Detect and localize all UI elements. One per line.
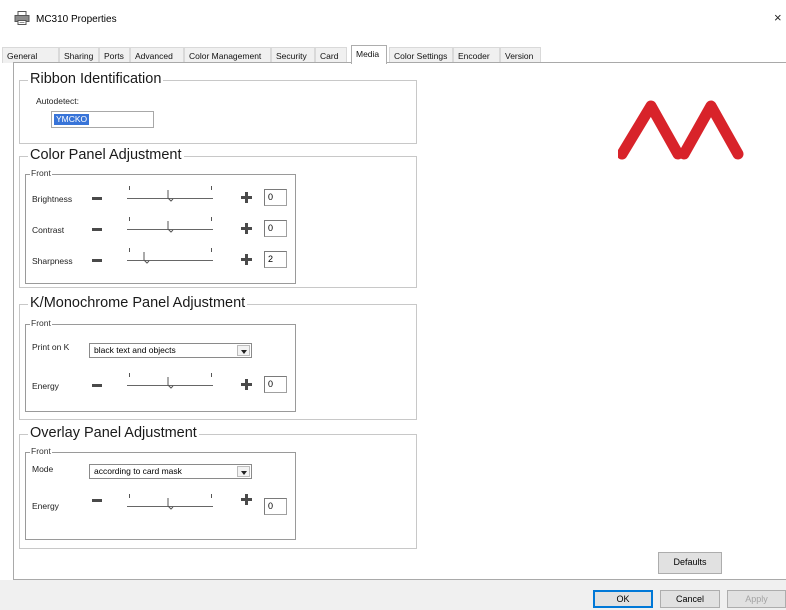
color-front-title: Front xyxy=(30,168,52,179)
tab-version[interactable]: Version xyxy=(500,47,541,63)
defaults-button[interactable]: Defaults xyxy=(658,552,722,574)
chevron-down-icon[interactable] xyxy=(237,466,250,477)
brightness-slider[interactable] xyxy=(125,184,215,204)
print-on-k-label: Print on K xyxy=(32,342,70,352)
autodetect-label: Autodetect: xyxy=(36,96,80,106)
color-panel-title: Color Panel Adjustment xyxy=(28,146,184,164)
cancel-button[interactable]: Cancel xyxy=(660,590,720,608)
tab-ports[interactable]: Ports xyxy=(99,47,130,63)
mode-value: according to card mask xyxy=(94,466,182,476)
mode-label: Mode xyxy=(32,464,54,474)
sharpness-plus-icon[interactable] xyxy=(241,254,252,265)
mode-dropdown[interactable]: according to card mask xyxy=(89,464,252,479)
color-panel-group: Color Panel Adjustment Front Brightness … xyxy=(19,146,417,288)
mono-panel-group: K/Monochrome Panel Adjustment Front Prin… xyxy=(19,294,417,420)
close-icon[interactable]: × xyxy=(774,10,782,25)
dialog-button-bar: OK Cancel Apply xyxy=(0,580,786,610)
tab-color-settings[interactable]: Color Settings xyxy=(389,47,453,63)
overlay-panel-title: Overlay Panel Adjustment xyxy=(28,424,199,442)
autodetect-field[interactable]: YMCKO xyxy=(51,111,154,128)
color-front-group: Front Brightness 0 Contrast 0 Sharpness xyxy=(25,168,296,284)
sharpness-slider-thumb[interactable] xyxy=(143,252,150,264)
print-on-k-value: black text and objects xyxy=(94,345,176,355)
contrast-label: Contrast xyxy=(32,225,65,235)
tab-general[interactable]: General xyxy=(2,47,59,63)
tab-media[interactable]: Media xyxy=(351,45,387,64)
print-on-k-dropdown[interactable]: black text and objects xyxy=(89,343,252,358)
overlay-front-title: Front xyxy=(30,446,52,457)
contrast-minus-icon[interactable] xyxy=(92,228,102,231)
brightness-plus-icon[interactable] xyxy=(241,192,252,203)
tab-encoder[interactable]: Encoder xyxy=(453,47,500,63)
apply-button[interactable]: Apply xyxy=(727,590,786,608)
overlay-energy-minus-icon[interactable] xyxy=(92,499,102,502)
ribbon-identification-title: Ribbon Identification xyxy=(28,70,164,88)
brightness-slider-thumb[interactable] xyxy=(167,190,174,202)
sharpness-slider[interactable] xyxy=(125,246,215,266)
overlay-front-group: Front Mode according to card mask Energy… xyxy=(25,446,296,540)
overlay-energy-value-field[interactable]: 0 xyxy=(264,498,287,515)
overlay-panel-group: Overlay Panel Adjustment Front Mode acco… xyxy=(19,424,417,549)
brand-logo xyxy=(616,98,744,162)
mono-energy-minus-icon[interactable] xyxy=(92,384,102,387)
brightness-label: Brightness xyxy=(32,194,73,204)
contrast-slider-thumb[interactable] xyxy=(167,221,174,233)
ok-button[interactable]: OK xyxy=(593,590,653,608)
title-bar: MC310 Properties × xyxy=(0,0,786,40)
mono-energy-label: Energy xyxy=(32,381,59,391)
brightness-minus-icon[interactable] xyxy=(92,197,102,200)
tab-card[interactable]: Card xyxy=(315,47,347,63)
chevron-down-icon[interactable] xyxy=(237,345,250,356)
mono-energy-plus-icon[interactable] xyxy=(241,379,252,390)
mono-energy-slider-thumb[interactable] xyxy=(167,377,174,389)
mono-front-group: Front Print on K black text and objects … xyxy=(25,318,296,412)
mono-energy-value-field[interactable]: 0 xyxy=(264,376,287,393)
contrast-slider[interactable] xyxy=(125,215,215,235)
tab-color-management[interactable]: Color Management xyxy=(184,47,271,63)
sharpness-minus-icon[interactable] xyxy=(92,259,102,262)
ribbon-identification-group: Ribbon Identification Autodetect: YMCKO xyxy=(19,70,417,144)
tab-sharing[interactable]: Sharing xyxy=(59,47,99,63)
overlay-energy-plus-icon[interactable] xyxy=(241,494,252,505)
contrast-plus-icon[interactable] xyxy=(241,223,252,234)
mono-energy-slider[interactable] xyxy=(125,371,215,391)
tab-strip: General Sharing Ports Advanced Color Man… xyxy=(0,45,786,64)
brightness-value-field[interactable]: 0 xyxy=(264,189,287,206)
printer-icon xyxy=(14,11,30,25)
overlay-energy-label: Energy xyxy=(32,501,59,511)
contrast-value-field[interactable]: 0 xyxy=(264,220,287,237)
overlay-energy-slider[interactable] xyxy=(125,492,215,512)
tab-security[interactable]: Security xyxy=(271,47,315,63)
sharpness-value-field[interactable]: 2 xyxy=(264,251,287,268)
autodetect-value: YMCKO xyxy=(54,114,90,125)
window-title: MC310 Properties xyxy=(36,14,117,25)
mono-panel-title: K/Monochrome Panel Adjustment xyxy=(28,294,248,312)
tab-advanced[interactable]: Advanced xyxy=(130,47,184,63)
overlay-energy-slider-thumb[interactable] xyxy=(167,498,174,510)
mono-front-title: Front xyxy=(30,318,52,329)
sharpness-label: Sharpness xyxy=(32,256,73,266)
